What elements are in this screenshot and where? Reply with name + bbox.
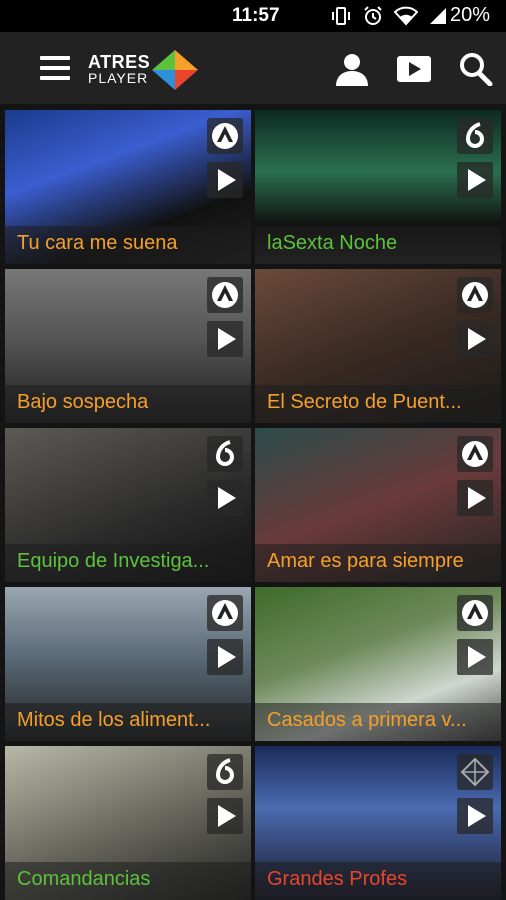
antena3-icon — [457, 595, 493, 631]
program-card[interactable]: Comandancias — [5, 746, 251, 900]
logo-mark-icon — [152, 50, 198, 90]
status-bar: 11:57 20% — [0, 0, 506, 32]
battery-text: 20% — [449, 4, 490, 26]
wifi-icon — [393, 6, 419, 31]
program-title: Mitos de los aliment... — [17, 709, 211, 731]
program-caption: Grandes Profes — [255, 862, 501, 900]
video-icon[interactable] — [396, 52, 432, 86]
user-icon[interactable] — [334, 52, 370, 86]
program-caption: Bajo sospecha — [5, 385, 251, 423]
program-title: El Secreto de Puent... — [267, 391, 462, 413]
program-card[interactable]: Tu cara me suena — [5, 110, 251, 264]
search-icon[interactable] — [458, 52, 494, 87]
program-caption: laSexta Noche — [255, 226, 501, 264]
program-title: Comandancias — [17, 868, 151, 890]
play-icon[interactable] — [207, 798, 243, 834]
app-bar: ATRES PLAYER — [0, 32, 506, 104]
program-card[interactable]: Mitos de los aliment... — [5, 587, 251, 741]
program-title: laSexta Noche — [267, 232, 398, 254]
program-title: Grandes Profes — [267, 868, 408, 890]
signal-icon — [428, 6, 448, 31]
play-icon[interactable] — [457, 639, 493, 675]
antena3-icon — [207, 277, 243, 313]
program-card[interactable]: Equipo de Investiga... — [5, 428, 251, 582]
program-title: Tu cara me suena — [17, 232, 178, 254]
menu-icon[interactable] — [40, 56, 70, 80]
status-time: 11:57 — [232, 5, 280, 26]
program-card[interactable]: laSexta Noche — [255, 110, 501, 264]
program-card[interactable]: Bajo sospecha — [5, 269, 251, 423]
program-title: Amar es para siempre — [267, 550, 464, 572]
program-caption: El Secreto de Puent... — [255, 385, 501, 423]
program-caption: Casados a primera v... — [255, 703, 501, 741]
lasexta-icon — [457, 118, 493, 154]
antena3-icon — [457, 436, 493, 472]
program-caption: Tu cara me suena — [5, 226, 251, 264]
atresplayer-logo[interactable]: ATRES PLAYER — [88, 50, 203, 90]
program-card[interactable]: Amar es para siempre — [255, 428, 501, 582]
lasexta-icon — [207, 754, 243, 790]
antena3-icon — [207, 118, 243, 154]
antena3-icon — [207, 595, 243, 631]
program-title: Equipo de Investiga... — [17, 550, 210, 572]
program-card[interactable]: Casados a primera v... — [255, 587, 501, 741]
vibrate-icon — [330, 6, 352, 31]
logo-line2: PLAYER — [88, 70, 149, 86]
play-icon[interactable] — [457, 162, 493, 198]
lasexta-icon — [207, 436, 243, 472]
play-icon[interactable] — [457, 480, 493, 516]
program-title: Bajo sospecha — [17, 391, 149, 413]
program-caption: Equipo de Investiga... — [5, 544, 251, 582]
play-icon[interactable] — [207, 162, 243, 198]
program-caption: Mitos de los aliment... — [5, 703, 251, 741]
program-caption: Amar es para siempre — [255, 544, 501, 582]
play-icon[interactable] — [207, 639, 243, 675]
play-icon[interactable] — [457, 321, 493, 357]
play-icon[interactable] — [457, 798, 493, 834]
program-card[interactable]: Grandes Profes — [255, 746, 501, 900]
program-title: Casados a primera v... — [267, 709, 467, 731]
alarm-icon — [362, 5, 384, 32]
antena3-icon — [457, 277, 493, 313]
play-icon[interactable] — [207, 321, 243, 357]
program-caption: Comandancias — [5, 862, 251, 900]
play-icon[interactable] — [207, 480, 243, 516]
program-card[interactable]: El Secreto de Puent... — [255, 269, 501, 423]
atresplayer-icon — [457, 754, 493, 790]
